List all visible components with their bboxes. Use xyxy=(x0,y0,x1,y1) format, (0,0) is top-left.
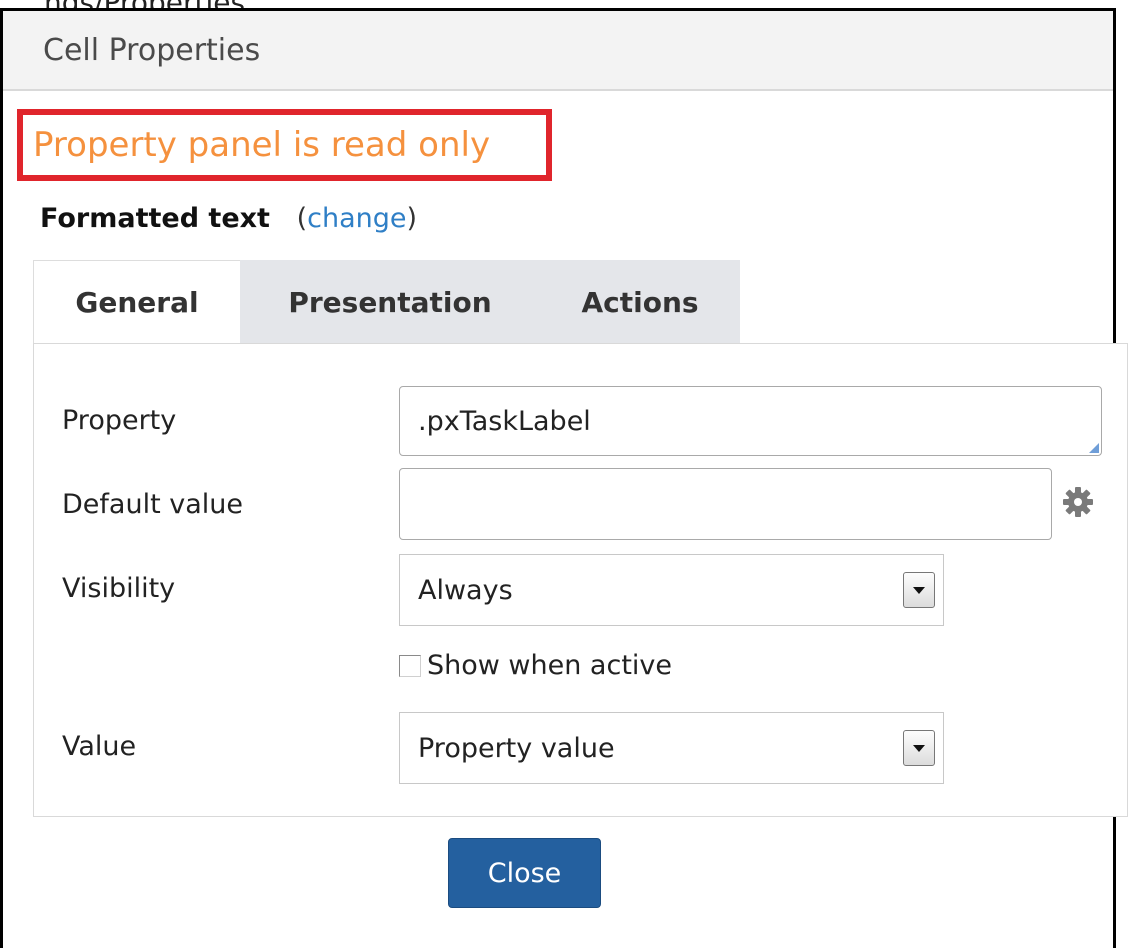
visibility-select[interactable]: Always xyxy=(399,554,944,626)
property-field-value: .pxTaskLabel xyxy=(418,405,591,437)
control-type-line: Formatted text (change) xyxy=(40,203,417,234)
dialog-header: Cell Properties xyxy=(3,11,1113,91)
chevron-down-icon[interactable] xyxy=(903,572,935,608)
show-when-active-row: Show when active xyxy=(399,650,672,681)
value-select[interactable]: Property value xyxy=(399,712,944,784)
property-label: Property xyxy=(62,405,177,436)
tab-general[interactable]: General xyxy=(33,260,240,344)
visibility-selected: Always xyxy=(418,574,513,606)
default-value-label: Default value xyxy=(62,489,243,520)
change-open-paren: ( xyxy=(296,203,308,234)
show-when-active-label: Show when active xyxy=(427,650,673,681)
gear-icon[interactable] xyxy=(1062,486,1094,518)
change-link[interactable]: change xyxy=(307,203,406,234)
value-selected: Property value xyxy=(418,732,615,764)
tab-actions[interactable]: Actions xyxy=(540,260,740,344)
dialog-title: Cell Properties xyxy=(43,32,261,68)
resize-handle[interactable] xyxy=(1089,443,1099,453)
change-close-paren: ) xyxy=(406,203,418,234)
chevron-down-icon[interactable] xyxy=(903,730,935,766)
visibility-label: Visibility xyxy=(62,573,176,604)
value-label: Value xyxy=(62,731,137,762)
general-tab-panel: Property .pxTaskLabel Default value Visi… xyxy=(33,343,1128,817)
readonly-message: Property panel is read only xyxy=(33,125,491,165)
tab-presentation[interactable]: Presentation xyxy=(240,260,540,344)
close-button[interactable]: Close xyxy=(448,838,601,908)
property-field[interactable]: .pxTaskLabel xyxy=(399,386,1102,456)
control-type-label: Formatted text xyxy=(40,203,270,234)
default-value-field[interactable] xyxy=(399,468,1052,540)
tab-bar: General Presentation Actions xyxy=(33,260,740,344)
show-when-active-checkbox[interactable] xyxy=(399,654,421,677)
readonly-highlight: Property panel is read only xyxy=(17,109,552,181)
